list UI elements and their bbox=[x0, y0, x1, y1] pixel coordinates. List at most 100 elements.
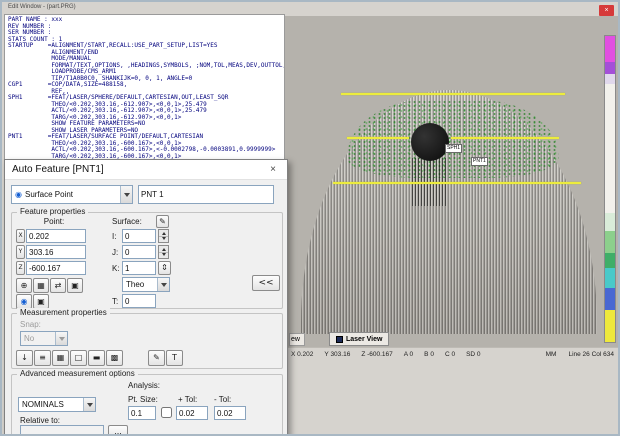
edit-window-code-pane[interactable]: PART NAME : xxxREV NUMBER : SER NUMBER :… bbox=[4, 14, 285, 164]
draw-region-button[interactable]: ✎ bbox=[148, 350, 165, 366]
color-scale bbox=[604, 35, 616, 343]
collapse-dialog-button[interactable]: << bbox=[252, 275, 280, 291]
chevron-down-icon[interactable] bbox=[120, 186, 132, 203]
y-coordinate-field[interactable] bbox=[26, 245, 86, 259]
swap-arrows-icon: ⇄ bbox=[55, 282, 62, 290]
plus-tol-field[interactable] bbox=[176, 406, 208, 420]
status-item: X 0.202 bbox=[291, 351, 313, 358]
measurement-properties-group: Measurement properties Snap: No ↓ ≡ ▦ □ … bbox=[11, 313, 283, 369]
minus-tol-label: - Tol: bbox=[214, 395, 231, 404]
scan-lines-button[interactable]: ≡ bbox=[34, 350, 51, 366]
i-spinner[interactable] bbox=[158, 229, 169, 243]
z-coordinate-field[interactable] bbox=[26, 261, 86, 275]
color-scale-segment bbox=[605, 310, 615, 342]
chevron-down-icon[interactable] bbox=[157, 278, 169, 291]
laser-view-canvas[interactable]: SPH1 PNT1 bbox=[285, 16, 620, 347]
relative-to-field bbox=[20, 425, 104, 436]
analysis-label: Analysis: bbox=[128, 381, 160, 390]
hatch-icon: ▩ bbox=[111, 354, 119, 362]
x-axis-button[interactable]: X bbox=[16, 229, 25, 243]
scan-points-overlay bbox=[347, 100, 559, 178]
box-icon: □ bbox=[75, 354, 83, 362]
workplane-button[interactable]: ▣ bbox=[67, 278, 83, 293]
tab-laser-view[interactable]: Laser View bbox=[329, 332, 389, 346]
feature-type-value: Surface Point bbox=[25, 190, 120, 199]
color-scale-segment bbox=[605, 36, 615, 62]
dialog-close-button[interactable]: × bbox=[266, 164, 280, 175]
status-cursor-position: Line 26 Col 634 bbox=[568, 351, 614, 358]
pencil-icon: ✎ bbox=[159, 218, 166, 226]
grid-mode-button[interactable]: ▦ bbox=[52, 350, 69, 366]
text-label-button[interactable]: T bbox=[166, 350, 183, 366]
hatch-region-button[interactable]: ▩ bbox=[106, 350, 123, 366]
color-scale-segment bbox=[605, 253, 615, 269]
theo-actl-select[interactable]: Theo bbox=[122, 277, 170, 292]
y-axis-button[interactable]: Y bbox=[16, 245, 25, 259]
nominals-select[interactable]: NOMINALS bbox=[18, 397, 96, 412]
measure-icon: ◉ bbox=[21, 298, 28, 306]
down-arrow-icon: ↓ bbox=[21, 354, 28, 362]
band-icon: ▬ bbox=[93, 354, 101, 362]
coordinate-mode-toggle-button[interactable]: ⊕ bbox=[16, 278, 32, 293]
x-coordinate-field[interactable] bbox=[26, 229, 86, 243]
surface-vector-edit-button[interactable]: ✎ bbox=[156, 215, 169, 228]
status-bar: X 0.202Y 303.16Z -600.167A 0B 0C 0SD 0 M… bbox=[285, 347, 620, 360]
j-spinner[interactable] bbox=[158, 245, 169, 259]
t-offset-field[interactable] bbox=[122, 294, 156, 308]
band-filter-button[interactable]: ▬ bbox=[88, 350, 105, 366]
i-label: I: bbox=[112, 232, 116, 241]
spinner-down-icon[interactable] bbox=[159, 253, 168, 259]
nominals-value: NOMINALS bbox=[22, 400, 83, 409]
pt-size-field[interactable] bbox=[128, 406, 156, 420]
lines-icon: ≡ bbox=[39, 354, 46, 362]
sph1-feature-label: SPH1 bbox=[445, 144, 462, 153]
window-close-button[interactable]: × bbox=[599, 5, 614, 16]
status-item: Z -600.167 bbox=[361, 351, 392, 358]
color-scale-segment bbox=[605, 268, 615, 288]
t-label: T: bbox=[112, 297, 118, 306]
tab-graphics-view-clipped[interactable]: ew bbox=[289, 333, 305, 346]
status-item: C 0 bbox=[445, 351, 455, 358]
flip-vector-button[interactable]: ⇄ bbox=[50, 278, 66, 293]
feature-type-select[interactable]: ◉ Surface Point bbox=[11, 185, 133, 204]
snap-label: Snap: bbox=[20, 320, 41, 329]
chevron-down-icon bbox=[55, 332, 67, 345]
i-vector-field[interactable] bbox=[122, 229, 156, 243]
snap-value: No bbox=[24, 334, 55, 343]
browse-button[interactable]: ... bbox=[108, 425, 128, 436]
pt-size-label: Pt. Size: bbox=[128, 395, 158, 404]
spinner-down-icon[interactable] bbox=[159, 237, 168, 243]
group-label: Measurement properties bbox=[17, 308, 110, 317]
j-vector-field[interactable] bbox=[122, 245, 156, 259]
k-vector-field[interactable] bbox=[122, 261, 156, 275]
tab-label: Laser View bbox=[346, 336, 382, 343]
status-item: A 0 bbox=[404, 351, 413, 358]
theo-actl-value: Theo bbox=[126, 280, 157, 289]
chevron-down-icon[interactable] bbox=[83, 398, 95, 411]
feature-id-input[interactable] bbox=[138, 185, 274, 204]
minus-tol-field[interactable] bbox=[214, 406, 246, 420]
text-icon: T bbox=[172, 354, 177, 362]
plus-tol-label: + Tol: bbox=[178, 395, 197, 404]
editor-code: PART NAME : xxxREV NUMBER : SER NUMBER :… bbox=[8, 17, 284, 160]
status-item: B 0 bbox=[424, 351, 434, 358]
probe-path-button[interactable]: ↓ bbox=[16, 350, 33, 366]
k-flip-vector-button[interactable]: ⇕ bbox=[158, 261, 171, 275]
up-down-arrow-icon: ⇕ bbox=[161, 264, 168, 272]
sphere-feature bbox=[411, 123, 449, 161]
tolerance-analysis-checkbox[interactable] bbox=[161, 407, 172, 418]
relative-to-label: Relative to: bbox=[20, 416, 60, 425]
scan-path-line-2-left bbox=[347, 137, 409, 139]
snap-select: No bbox=[20, 331, 68, 346]
polar-cartesian-icon: ⊕ bbox=[21, 282, 28, 290]
bounding-box-button[interactable]: □ bbox=[70, 350, 87, 366]
z-axis-button[interactable]: Z bbox=[16, 261, 25, 275]
find-nominals-button[interactable]: ▦ bbox=[33, 278, 49, 293]
close-icon: × bbox=[604, 7, 608, 14]
feature-settings-button[interactable]: ▣ bbox=[33, 294, 49, 309]
dialog-title-bar[interactable]: Auto Feature [PNT1] × bbox=[5, 160, 287, 180]
color-scale-segment bbox=[605, 84, 615, 213]
measure-now-button[interactable]: ◉ bbox=[16, 294, 32, 309]
j-label: J: bbox=[112, 248, 118, 257]
color-scale-segment bbox=[605, 231, 615, 253]
